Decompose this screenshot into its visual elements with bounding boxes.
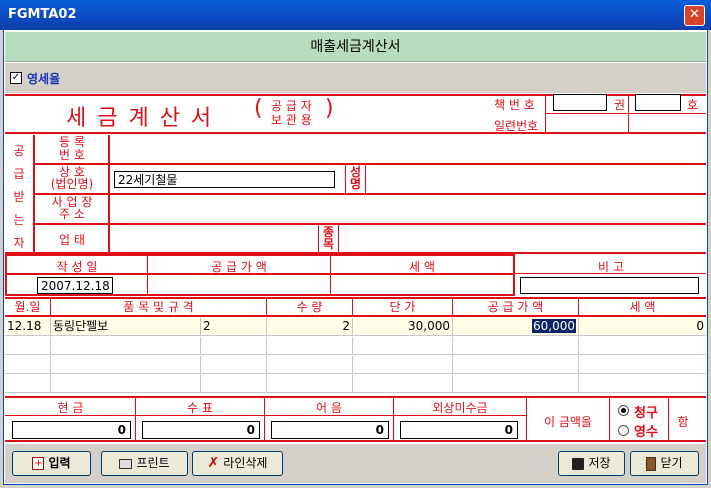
paren-close: ) xyxy=(325,96,334,121)
date-field[interactable]: 2007.12.18 xyxy=(37,277,113,294)
window-title: FGMTA02 xyxy=(8,7,77,22)
table-row[interactable] xyxy=(5,337,706,355)
cash-field[interactable]: 0 xyxy=(12,421,131,439)
note-label: 어 음 xyxy=(316,401,342,415)
zero-rate-checkbox[interactable]: ✓ xyxy=(10,72,22,84)
printer-icon xyxy=(119,458,133,469)
input-button[interactable]: + 입력 xyxy=(12,451,91,476)
print-button[interactable]: 프린트 xyxy=(101,451,188,476)
volume-label: 권 xyxy=(614,98,626,112)
table-row[interactable] xyxy=(5,375,706,393)
cell-tax[interactable]: 0 xyxy=(579,318,706,335)
company-field[interactable]: 22세기철물 xyxy=(114,171,335,188)
tax-label: 세 액 xyxy=(409,260,435,274)
delete-icon: ✗ xyxy=(207,455,220,471)
cell-supply-value: 60,000 xyxy=(532,319,576,333)
options-row xyxy=(5,63,706,93)
memo-label: 비 고 xyxy=(598,260,624,274)
exit-door-icon xyxy=(646,456,657,471)
disk-icon xyxy=(572,457,585,470)
add-icon: + xyxy=(32,457,45,470)
business-type-label: 업 태 xyxy=(59,233,85,247)
item-type-label: 종목 xyxy=(322,225,335,251)
suffix-label: 함 xyxy=(677,415,689,429)
book-no-label: 책 번 호 xyxy=(494,98,535,112)
check-field[interactable]: 0 xyxy=(142,421,260,439)
col-qty: 수 량 xyxy=(267,299,353,315)
cell-price[interactable]: 30,000 xyxy=(353,318,453,335)
check-label: 수 표 xyxy=(187,401,213,415)
page-title: 매출세금계산서 xyxy=(5,32,706,62)
supply-label: 공 급 가 액 xyxy=(211,260,267,274)
company-label: 상 호 (법인명) xyxy=(50,165,94,191)
col-price: 단 가 xyxy=(353,299,453,315)
col-tax: 세 액 xyxy=(629,300,656,314)
save-button[interactable]: 저장 xyxy=(558,451,625,476)
cell-spec[interactable]: 2 xyxy=(201,318,267,335)
receipt-radio[interactable] xyxy=(618,425,629,436)
book-volume-field[interactable] xyxy=(553,94,607,111)
buyer-section-label: 공 급 받 는 자 xyxy=(13,144,25,250)
note-field[interactable]: 0 xyxy=(271,421,389,439)
cell-item[interactable]: 동링단펠보 xyxy=(51,318,201,335)
table-row[interactable]: 12.18 동링단펠보 2 2 30,000 60,000 0 xyxy=(5,318,706,336)
memo-field[interactable] xyxy=(520,277,699,294)
claim-radio[interactable] xyxy=(618,405,629,416)
reg-no-label: 등 록번 호 xyxy=(59,135,85,162)
serial-label: 일련번호 xyxy=(494,119,539,133)
receipt-label: 영수 xyxy=(634,425,658,440)
zero-rate-label: 영세율 xyxy=(27,72,61,86)
credit-field[interactable]: 0 xyxy=(400,421,518,439)
number-label: 호 xyxy=(687,98,699,112)
items-grid-header: 월.일 품 목 및 규 격 수 량 단 가 공 급 가 액 세 액 xyxy=(5,297,706,317)
cell-date[interactable]: 12.18 xyxy=(5,318,51,335)
ceo-label: 성명 xyxy=(349,165,362,191)
invoice-subtitle-top: 공 급 자 xyxy=(271,99,312,113)
cash-label: 현 금 xyxy=(57,401,84,415)
date-label: 작 성 일 xyxy=(56,260,98,274)
paren-open: ( xyxy=(254,96,263,121)
close-button[interactable]: 닫기 xyxy=(630,451,699,476)
invoice-subtitle-bottom: 보 관 용 xyxy=(271,113,312,127)
cell-supply[interactable]: 60,000 xyxy=(453,318,579,335)
cell-qty[interactable]: 2 xyxy=(267,318,353,335)
window-titlebar: FGMTA02 xyxy=(0,0,711,30)
table-row[interactable] xyxy=(5,356,706,374)
close-icon[interactable]: ✕ xyxy=(684,5,705,26)
address-label: 사 업 장주 소 xyxy=(51,195,93,221)
claim-label: 청구 xyxy=(634,406,658,421)
credit-label: 외상미수금 xyxy=(432,401,488,415)
amount-label: 이 금액을 xyxy=(544,415,592,429)
col-supply: 공 급 가 액 xyxy=(453,299,579,315)
col-date: 월.일 xyxy=(5,299,51,315)
book-number-field[interactable] xyxy=(635,94,681,111)
invoice-title: 세 금 계 산 서 xyxy=(66,106,214,131)
col-item: 품 목 및 규 격 xyxy=(51,299,267,315)
delete-line-button[interactable]: ✗ 라인삭제 xyxy=(192,451,283,476)
